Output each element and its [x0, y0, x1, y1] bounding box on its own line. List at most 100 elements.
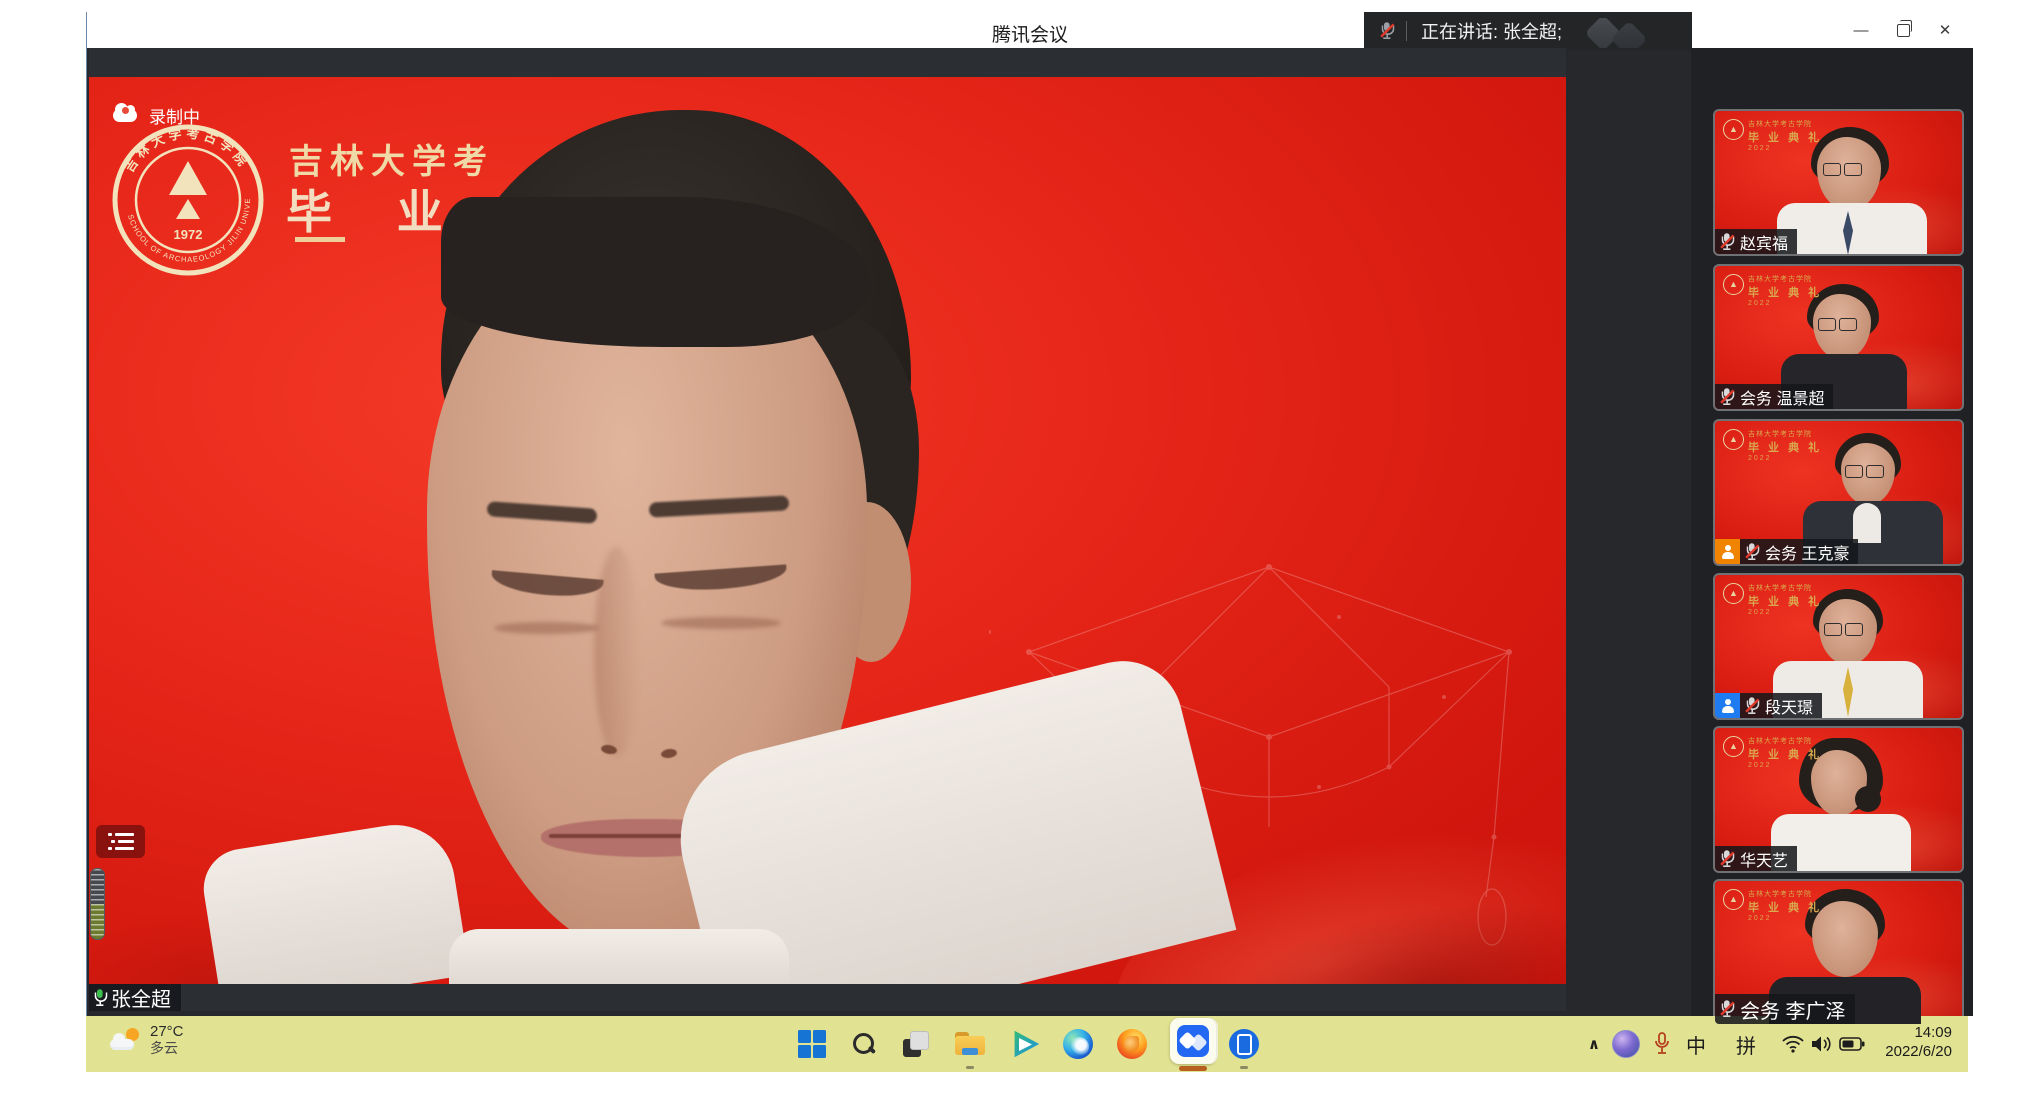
taskbar-weather-widget[interactable]: 27°C 多云	[110, 1023, 184, 1056]
mini-seal-icon: ▲	[1723, 274, 1744, 295]
edge-browser-button[interactable]	[1060, 1026, 1096, 1062]
thumb-logo: ▲ 吉林大学考古学院 毕 业 典 礼 2022	[1723, 583, 1822, 616]
windows-logo-icon	[798, 1030, 826, 1058]
tencent-meeting-watermark-icon	[1582, 18, 1662, 48]
clock-date: 2022/6/20	[1885, 1042, 1952, 1061]
video-feed: 录制中 吉林大学考古学院 SCHOOL OF ARCHAEOLOGY JILIN…	[89, 77, 1566, 984]
wifi-status[interactable]	[1778, 1016, 1808, 1072]
mini-seal-icon: ▲	[1723, 429, 1744, 450]
main-speaker-video: 录制中 吉林大学考古学院 SCHOOL OF ARCHAEOLOGY JILIN…	[89, 48, 1566, 1011]
participant-label: 会务 王克豪	[1715, 539, 1858, 564]
phone-link-button[interactable]	[1226, 1026, 1262, 1062]
side-panel-handle[interactable]	[90, 868, 105, 940]
search-button[interactable]	[846, 1026, 882, 1062]
folder-icon	[955, 1032, 985, 1056]
phone-icon	[1229, 1029, 1259, 1059]
participant-tile[interactable]: ▲ 吉林大学考古学院 毕 业 典 礼 2022 华天	[1713, 726, 1964, 873]
title-bar: 腾讯会议 正在讲话: 张全超; — ✕	[87, 12, 1973, 48]
participant-name: 赵宾福	[1740, 230, 1788, 254]
tencent-meeting-icon	[1177, 1025, 1209, 1057]
hand-raised-badge	[1715, 539, 1740, 564]
wifi-icon	[1782, 1035, 1804, 1053]
participant-name: 华天艺	[1740, 847, 1788, 871]
weather-icon	[110, 1028, 140, 1052]
participant-tile[interactable]: ▲ 吉林大学考古学院 毕 业 典 礼 2022	[1713, 573, 1964, 720]
edge-icon	[1063, 1029, 1093, 1059]
running-indicator	[1240, 1066, 1248, 1069]
list-icon	[108, 833, 134, 851]
muted-mic-icon	[1745, 543, 1758, 561]
ime-mode-indicator[interactable]: 拼	[1730, 1016, 1762, 1072]
firefox-icon	[1117, 1029, 1147, 1059]
thumb-logo: ▲ 吉林大学考古学院 毕 业 典 礼 2022	[1723, 119, 1822, 152]
member-list-button[interactable]	[96, 825, 145, 858]
participant-label: 会务 温景超	[1715, 384, 1833, 409]
restore-button[interactable]	[1889, 16, 1917, 44]
thumb-logo: ▲ 吉林大学考古学院 毕 业 典 礼 2022	[1723, 274, 1822, 307]
participant-label: 华天艺	[1715, 846, 1797, 871]
tray-overflow-chevron[interactable]: ∧	[1582, 1016, 1606, 1072]
muted-mic-icon	[1720, 850, 1733, 868]
participant-tile[interactable]: ▲ 吉林大学考古学院 毕 业 典 礼 2022	[1713, 419, 1964, 566]
taskbar-clock[interactable]: 14:09 2022/6/20	[1885, 1023, 1952, 1061]
weather-temp: 27°C	[150, 1023, 184, 1040]
battery-status[interactable]	[1836, 1016, 1868, 1072]
recording-badge: 录制中	[113, 103, 200, 128]
tray-app-avatar[interactable]	[1610, 1016, 1642, 1072]
participant-name: 会务 温景超	[1740, 385, 1824, 409]
participant-name: 会务 李广泽	[1740, 995, 1846, 1024]
speaking-status-box: 正在讲话: 张全超;	[1364, 12, 1692, 50]
co-host-badge	[1715, 693, 1740, 718]
close-button[interactable]: ✕	[1931, 16, 1959, 44]
participant-label: 赵宾福	[1715, 229, 1797, 254]
mini-seal-icon: ▲	[1723, 583, 1744, 604]
speaker-name-label: 张全超	[89, 984, 181, 1011]
running-indicator	[966, 1066, 974, 1069]
minimize-button[interactable]: —	[1847, 16, 1875, 44]
participant-tile[interactable]: ▲ 吉林大学考古学院 毕 业 典 礼 2022 会务	[1713, 264, 1964, 411]
divider	[1406, 21, 1407, 41]
desktop: 腾讯会议 正在讲话: 张全超; — ✕	[0, 0, 2017, 1115]
participant-name: 会务 王克豪	[1765, 540, 1849, 564]
muted-mic-icon	[1745, 697, 1758, 715]
thumb-logo: ▲ 吉林大学考古学院 毕 业 典 礼 2022	[1723, 429, 1822, 462]
tencent-meeting-button[interactable]	[1170, 1018, 1216, 1064]
clock-time: 14:09	[1885, 1023, 1952, 1042]
task-view-button[interactable]	[898, 1026, 934, 1062]
speaker-portrait	[89, 77, 1566, 984]
tencent-video-icon	[1011, 1029, 1041, 1059]
avatar	[1612, 1030, 1640, 1058]
speaker-name: 张全超	[111, 983, 171, 1011]
battery-icon	[1839, 1037, 1865, 1051]
muted-mic-icon	[1720, 233, 1733, 251]
cloud-recording-icon	[113, 109, 137, 122]
tray-microphone[interactable]	[1648, 1016, 1676, 1072]
firefox-button[interactable]	[1114, 1026, 1150, 1062]
start-button[interactable]	[794, 1026, 830, 1062]
thumb-logo: ▲ 吉林大学考古学院 毕 业 典 礼 2022	[1723, 736, 1822, 769]
speaker-icon	[1811, 1035, 1835, 1053]
search-icon	[852, 1032, 876, 1056]
weather-desc: 多云	[150, 1040, 184, 1056]
mini-seal-icon: ▲	[1723, 736, 1744, 757]
speaking-status-text: 正在讲话: 张全超;	[1421, 18, 1562, 44]
recording-label: 录制中	[149, 103, 200, 128]
muted-mic-icon	[1720, 388, 1733, 406]
active-mic-icon	[93, 989, 106, 1007]
volume-status[interactable]	[1808, 1016, 1838, 1072]
mini-seal-icon: ▲	[1723, 119, 1744, 140]
restore-icon	[1897, 24, 1910, 37]
participant-tile[interactable]: ▲ 吉林大学考古学院 毕 业 典 礼 2022	[1713, 109, 1964, 256]
active-app-indicator	[1179, 1066, 1207, 1071]
tencent-video-button[interactable]	[1008, 1026, 1044, 1062]
window-controls: — ✕	[1847, 12, 1959, 48]
participant-name: 段天璟	[1765, 694, 1813, 718]
muted-mic-icon	[1380, 22, 1393, 40]
microphone-icon	[1654, 1032, 1670, 1056]
participant-tile[interactable]: ▲ 吉林大学考古学院 毕 业 典 礼 2022 会务 李广泽	[1713, 879, 1964, 1026]
ime-language-indicator[interactable]: 中	[1680, 1016, 1712, 1072]
windows-taskbar: 27°C 多云	[86, 1016, 1968, 1072]
thumb-logo: ▲ 吉林大学考古学院 毕 业 典 礼 2022	[1723, 889, 1822, 922]
participants-sidebar: ▲ 吉林大学考古学院 毕 业 典 礼 2022	[1691, 48, 1973, 1016]
file-explorer-button[interactable]	[952, 1026, 988, 1062]
